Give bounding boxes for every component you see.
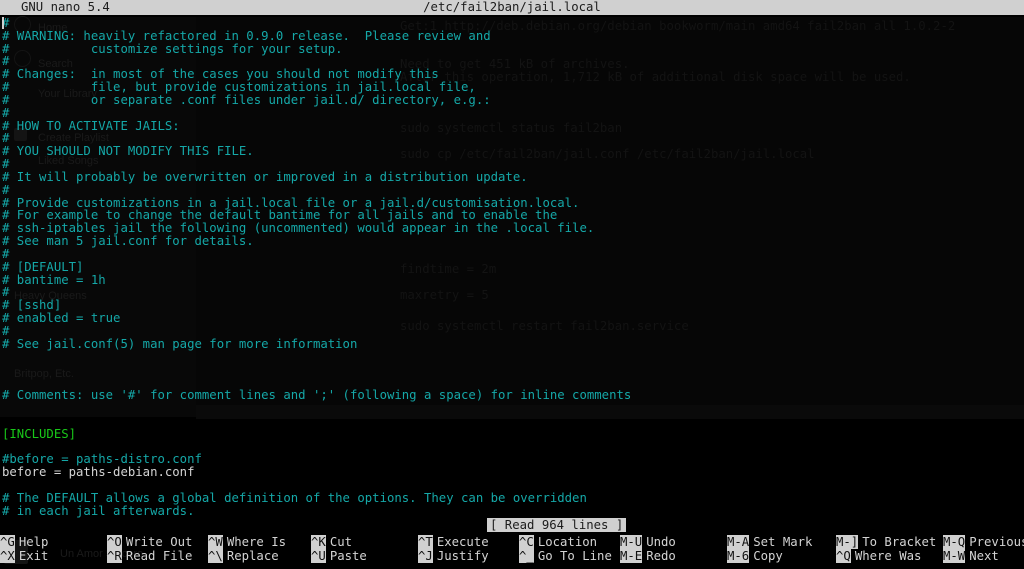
- editor-line: # The DEFAULT allows a global definition…: [2, 490, 587, 505]
- shortcut-label: Paste: [329, 549, 367, 563]
- editor-line: [INCLUDES]: [2, 426, 77, 441]
- shortcut-key: ^U: [311, 549, 326, 563]
- shortcut-key: ^G: [0, 535, 15, 549]
- shortcut-go-to-line[interactable]: ^_ Go To Line: [519, 549, 612, 563]
- shortcut-exit[interactable]: ^X Exit: [0, 549, 48, 563]
- shortcut-key: ^C: [519, 535, 534, 549]
- editor-text-area[interactable]: # # WARNING: heavily refactored in 0.9.0 …: [0, 17, 1024, 517]
- shortcut-label: Write Out: [125, 535, 193, 549]
- shortcut-where-is[interactable]: ^W Where Is: [208, 535, 286, 549]
- shortcut-label: Execute: [436, 535, 489, 549]
- shortcut-label: Redo: [646, 549, 676, 563]
- shortcut-group: ^G Help ^X Exit: [0, 535, 48, 563]
- shortcut-label: Where Was: [854, 549, 922, 563]
- shortcut-key: M-E: [620, 549, 643, 563]
- editor-line: # See jail.conf(5) man page for more inf…: [2, 336, 358, 351]
- shortcut-label: Read File: [125, 549, 193, 563]
- shortcut-label: Exit: [18, 549, 49, 563]
- shortcut-undo[interactable]: M-U Undo: [620, 535, 676, 549]
- shortcut-key: ^T: [418, 535, 433, 549]
- shortcut-label: Help: [18, 535, 49, 549]
- shortcut-label: Location: [537, 535, 598, 549]
- shortcut-key: ^_: [519, 549, 534, 563]
- shortcut-label: Set Mark: [753, 535, 813, 549]
- shortcut-group: M-Q Previous M-W Next: [943, 535, 1024, 563]
- editor-line: # bantime = 1h: [2, 272, 106, 287]
- shortcut-label: Next: [969, 549, 999, 563]
- shortcut-key: ^J: [418, 549, 433, 563]
- shortcut-cut[interactable]: ^K Cut: [311, 535, 367, 549]
- shortcut-label: Undo: [646, 535, 676, 549]
- shortcut-group: ^K Cut ^U Paste: [311, 535, 367, 563]
- shortcut-group: ^W Where Is ^\ Replace: [208, 535, 286, 563]
- shortcut-label: Where Is: [226, 535, 287, 549]
- editor-line: # or separate .conf files under jail.d/ …: [2, 92, 491, 107]
- shortcut-location[interactable]: ^C Location: [519, 535, 612, 549]
- shortcut-group: ^O Write Out ^R Read File: [107, 535, 192, 563]
- shortcut-key: M-A: [727, 535, 750, 549]
- shortcut-next[interactable]: M-W Next: [943, 549, 1024, 563]
- shortcut-label: Go To Line: [537, 549, 612, 563]
- shortcut-key: ^W: [208, 535, 223, 549]
- editor-line: # [DEFAULT]: [2, 259, 84, 274]
- shortcut-to-bracket[interactable]: M-] To Bracket: [836, 535, 936, 549]
- shortcut-key: ^K: [311, 535, 326, 549]
- shortcut-copy[interactable]: M-6 Copy: [727, 549, 812, 563]
- shortcut-execute[interactable]: ^T Execute: [418, 535, 489, 549]
- shortcut-group: ^C Location ^_ Go To Line: [519, 535, 612, 563]
- shortcut-label: To Bracket: [862, 535, 937, 549]
- shortcut-key: M-W: [943, 549, 966, 563]
- shortcut-redo[interactable]: M-E Redo: [620, 549, 676, 563]
- editor-line: # Comments: use '#' for comment lines an…: [2, 388, 632, 403]
- editor-line: # It will probably be overwritten or imp…: [2, 169, 528, 184]
- shortcut-previous[interactable]: M-Q Previous: [943, 535, 1024, 549]
- editor-line: #: [2, 246, 10, 261]
- shortcut-read-file[interactable]: ^R Read File: [107, 549, 192, 563]
- shortcut-help[interactable]: ^G Help: [0, 535, 48, 549]
- shortcut-label: Cut: [329, 535, 353, 549]
- shortcut-justify[interactable]: ^J Justify: [418, 549, 489, 563]
- editor-line: before = paths-debian.conf: [2, 465, 195, 480]
- editor-line: # WARNING: heavily refactored in 0.9.0 r…: [2, 28, 491, 43]
- shortcut-key: M-U: [620, 535, 643, 549]
- shortcut-key: M-6: [727, 549, 750, 563]
- editor-line: #: [2, 182, 10, 197]
- editor-line: #: [2, 323, 10, 338]
- editor-line: # enabled = true: [2, 311, 121, 326]
- shortcut-label: Copy: [753, 549, 783, 563]
- shortcut-group: ^T Execute ^J Justify: [418, 535, 489, 563]
- shortcut-key: ^Q: [836, 549, 851, 563]
- editor-line: #: [2, 157, 10, 172]
- shortcut-paste[interactable]: ^U Paste: [311, 549, 367, 563]
- nano-title-bar: GNU nano 5.4 /etc/fail2ban/jail.local: [0, 0, 1024, 15]
- shortcut-key: ^O: [107, 535, 122, 549]
- editor-line: #: [2, 105, 10, 120]
- editor-line: # YOU SHOULD NOT MODIFY THIS FILE.: [2, 144, 254, 159]
- shortcut-where-was[interactable]: ^Q Where Was: [836, 549, 936, 563]
- nano-filename-label: /etc/fail2ban/jail.local: [423, 0, 601, 14]
- shortcut-group: M-U Undo M-E Redo: [620, 535, 676, 563]
- shortcut-group: M-] To Bracket ^Q Where Was: [836, 535, 936, 563]
- shortcut-key: M-]: [836, 535, 859, 549]
- shortcut-key: M-Q: [943, 535, 966, 549]
- shortcut-key-bar: ^G Help ^X Exit ^O Write Out ^R Read File ^W Wher…: [0, 535, 1024, 565]
- nano-terminal-window: Get:1 http://deb.debian.org/debian bookw…: [0, 0, 1024, 569]
- shortcut-set-mark[interactable]: M-A Set Mark: [727, 535, 812, 549]
- shortcut-write-out[interactable]: ^O Write Out: [107, 535, 192, 549]
- status-bar: [ Read 964 lines ]: [0, 518, 1024, 533]
- editor-line: # customize settings for your setup.: [2, 41, 343, 56]
- shortcut-key: ^R: [107, 549, 122, 563]
- shortcut-key: ^X: [0, 549, 15, 563]
- shortcut-label: Justify: [436, 549, 489, 563]
- status-message: [ Read 964 lines ]: [487, 518, 627, 532]
- editor-line: # See man 5 jail.conf for details.: [2, 234, 254, 249]
- shortcut-key: ^\: [208, 549, 223, 563]
- shortcut-replace[interactable]: ^\ Replace: [208, 549, 286, 563]
- shortcut-label: Replace: [226, 549, 279, 563]
- shortcut-group: M-A Set Mark M-6 Copy: [727, 535, 812, 563]
- shortcut-label: Previous: [969, 535, 1024, 549]
- editor-line: # in each jail afterwards.: [2, 503, 195, 518]
- editor-line: # HOW TO ACTIVATE JAILS:: [2, 118, 180, 133]
